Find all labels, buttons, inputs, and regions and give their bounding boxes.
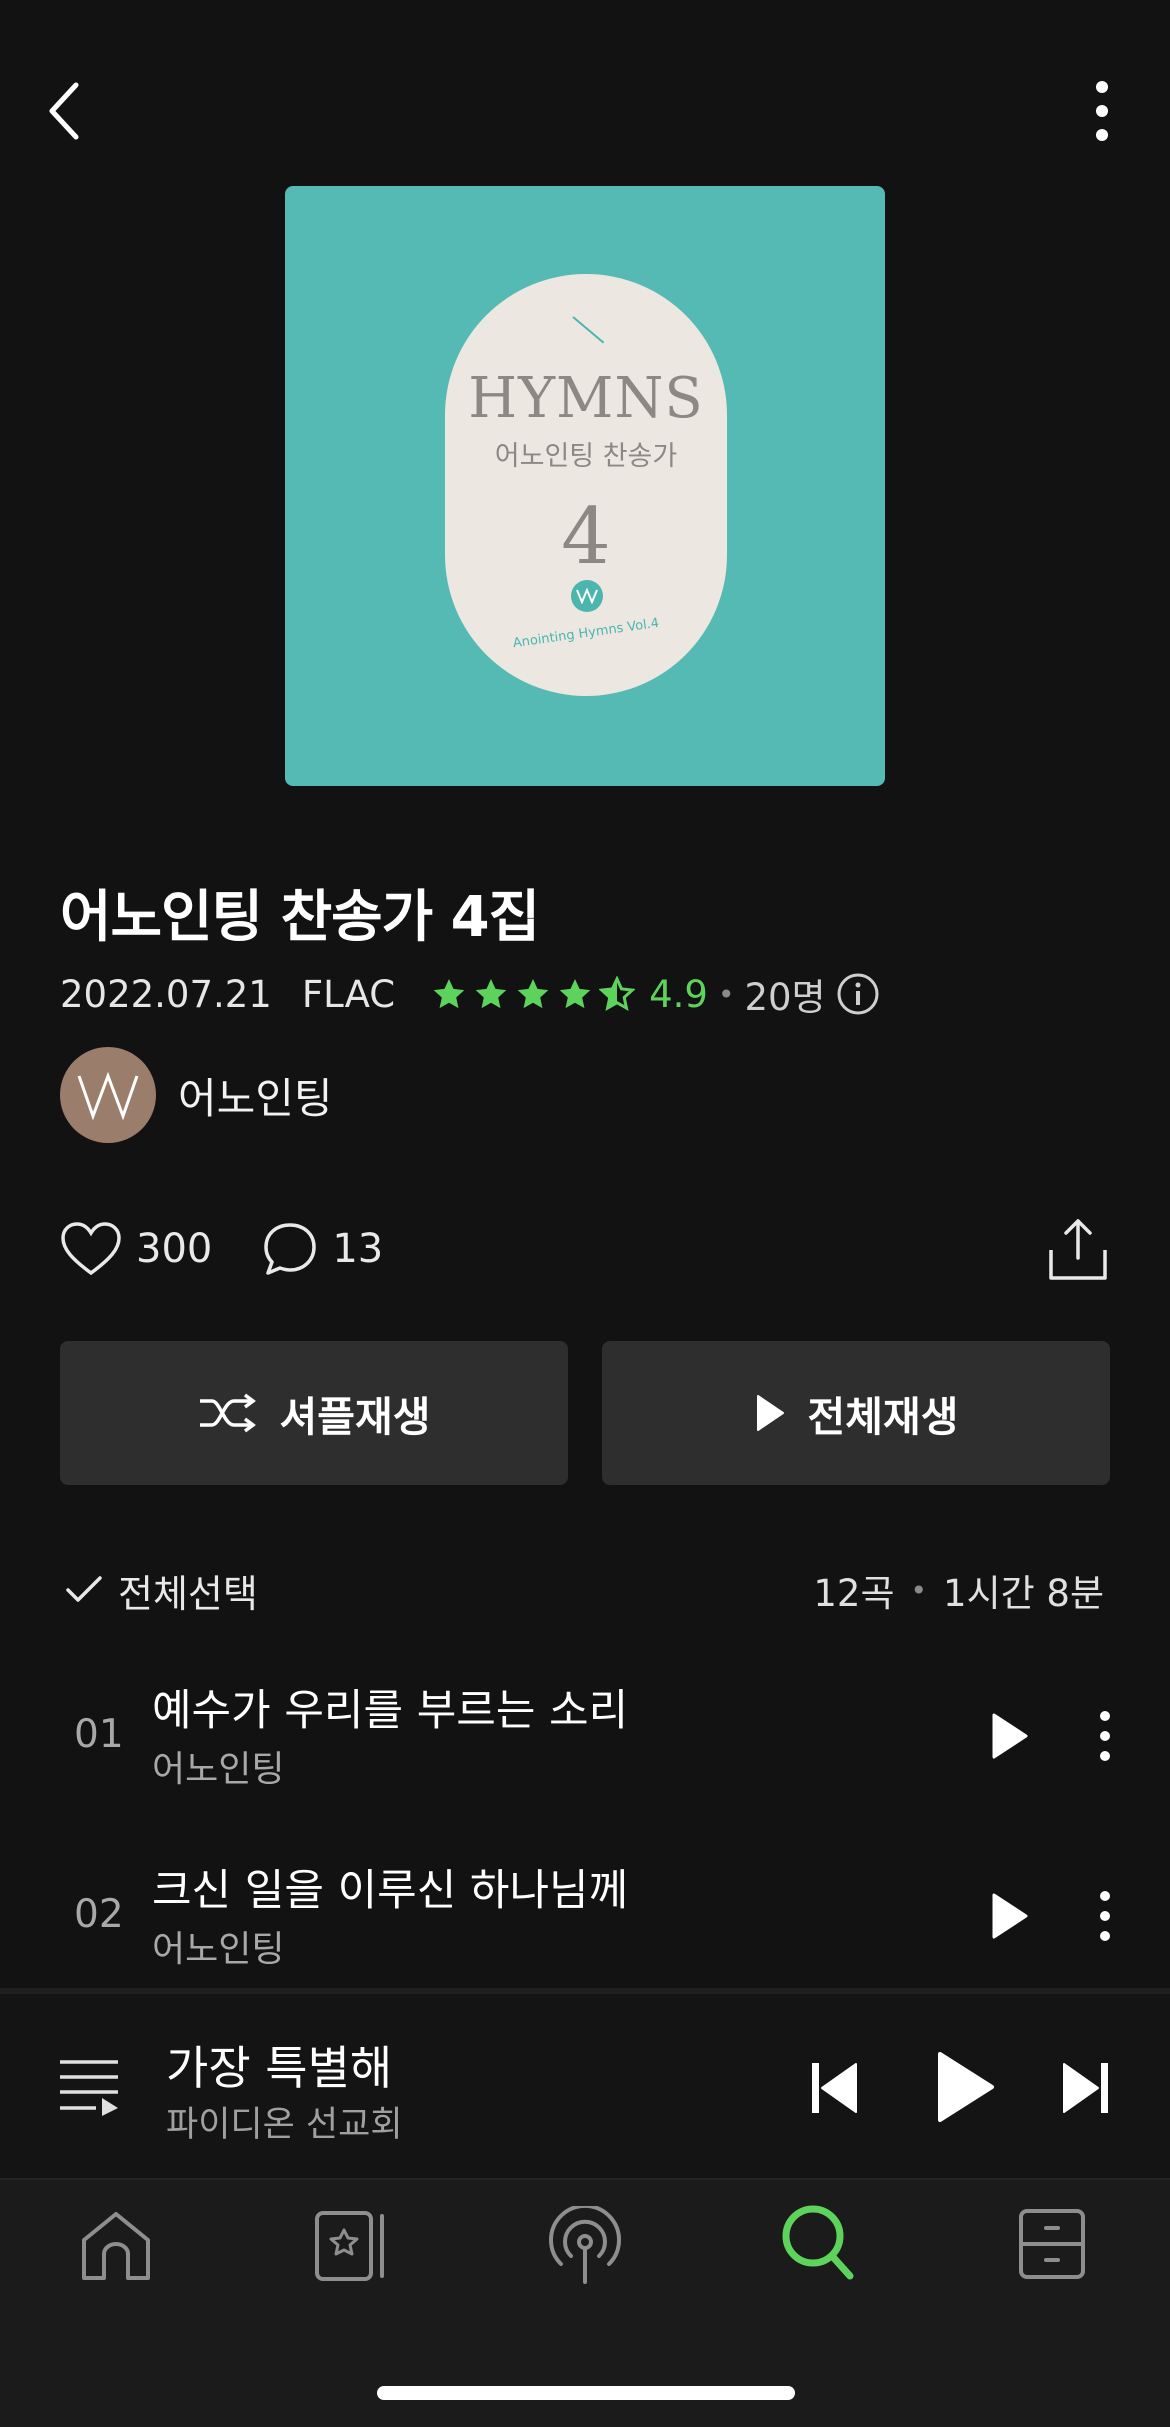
skip-next-icon	[1063, 2063, 1108, 2113]
share-icon	[1049, 1219, 1107, 1280]
more-vertical-icon	[1100, 1711, 1110, 1761]
cover-line	[572, 316, 605, 344]
album-meta: 2022.07.21 FLAC 4.9 • 20명	[60, 966, 880, 1022]
more-vertical-icon	[1100, 1891, 1110, 1941]
nav-home[interactable]	[78, 2210, 154, 2282]
track-play-button[interactable]	[990, 1712, 1030, 1760]
podcast-icon	[549, 2206, 621, 2284]
artist-name: 어노인팅	[178, 1073, 333, 1123]
track-artist: 어노인팅	[152, 1929, 285, 1970]
playlist-icon	[60, 2060, 118, 2116]
track-artist: 어노인팅	[152, 1749, 285, 1790]
nav-search[interactable]	[780, 2204, 856, 2282]
track-count: 12곡	[813, 1572, 895, 1615]
now-playing-title: 가장 특별해	[166, 2041, 393, 2095]
track-number: 01	[74, 1712, 124, 1757]
audio-format: FLAC	[301, 972, 396, 1016]
engagement-row: 300 13	[60, 1214, 433, 1284]
artist-link[interactable]: 어노인팅	[60, 1046, 333, 1144]
chevron-left-icon	[49, 82, 79, 140]
play-button[interactable]	[934, 2050, 996, 2124]
like-count: 300	[136, 1226, 213, 1272]
star-icon	[475, 979, 507, 1009]
rating-stars[interactable]: 4.9	[431, 973, 708, 1016]
track-row[interactable]: 01 예수가 우리를 부르는 소리 어노인팅	[0, 1662, 1170, 1812]
star-icon	[433, 979, 465, 1009]
cover-subtitle: Anointing Hymns Vol.4	[511, 615, 661, 652]
next-button[interactable]	[1060, 2060, 1110, 2116]
checkmark-icon	[66, 1576, 102, 1602]
star-icon	[559, 979, 591, 1009]
rating-count: 20명	[744, 976, 826, 1019]
select-all-toggle[interactable]: 전체선택	[64, 1560, 258, 1620]
storage-icon	[1019, 2209, 1085, 2279]
comment-button[interactable]: 13	[262, 1221, 383, 1277]
home-icon	[82, 2212, 150, 2280]
cover-title-ko: 어노인팅 찬송가	[494, 441, 678, 472]
comment-count: 13	[332, 1226, 384, 1272]
previous-button[interactable]	[810, 2060, 860, 2116]
more-options-button[interactable]	[1084, 76, 1120, 146]
track-row[interactable]: 02 크신 일을 이루신 하나님께 어노인팅	[0, 1842, 1170, 1992]
now-playing-artist: 파이디온 선교회	[166, 2105, 403, 2145]
artist-logo-icon	[77, 1071, 139, 1120]
shuffle-play-label: 셔플재생	[279, 1393, 431, 1441]
play-icon	[938, 2052, 994, 2122]
cover-logo-icon	[571, 580, 603, 612]
mini-player[interactable]: 가장 특별해 파이디온 선교회	[0, 1988, 1170, 2178]
track-more-button[interactable]	[1094, 1708, 1116, 1764]
queue-button[interactable]	[58, 2058, 120, 2116]
separator-dot: •	[910, 1573, 928, 1607]
track-number: 02	[74, 1892, 124, 1937]
nav-podcast[interactable]	[545, 2206, 625, 2286]
play-icon	[992, 1713, 1028, 1759]
nav-library[interactable]	[314, 2210, 388, 2282]
skip-previous-icon	[812, 2063, 857, 2113]
artist-avatar	[60, 1047, 156, 1143]
like-button[interactable]: 300	[60, 1221, 212, 1277]
more-vertical-icon	[1096, 81, 1108, 141]
shuffle-icon	[199, 1393, 256, 1433]
album-title: 어노인팅 찬송가 4집	[60, 885, 540, 950]
library-icon	[315, 2211, 384, 2281]
home-indicator	[377, 2386, 795, 2400]
play-icon	[756, 1395, 784, 1431]
cover-label-shape: HYMNS 어노인팅 찬송가 4 Anointing Hymns Vol.4	[445, 274, 727, 696]
track-play-button[interactable]	[990, 1892, 1030, 1940]
separator-dot: •	[717, 977, 735, 1011]
total-duration: 1시간 8분	[943, 1572, 1104, 1615]
shuffle-play-button[interactable]: 셔플재생	[60, 1341, 568, 1485]
tracklist-summary: 12곡 • 1시간 8분	[813, 1560, 1104, 1620]
comment-icon	[264, 1223, 317, 1275]
half-star-icon	[599, 976, 636, 1012]
release-date: 2022.07.21	[60, 972, 272, 1016]
play-icon	[992, 1893, 1028, 1939]
info-icon[interactable]	[836, 972, 880, 1016]
share-button[interactable]	[1047, 1216, 1109, 1282]
heart-icon	[61, 1222, 121, 1276]
cover-number: 4	[561, 492, 611, 582]
track-more-button[interactable]	[1094, 1888, 1116, 1944]
album-cover: HYMNS 어노인팅 찬송가 4 Anointing Hymns Vol.4	[285, 186, 885, 786]
nav-storage[interactable]	[1018, 2208, 1086, 2280]
cover-title-en: HYMNS	[468, 366, 704, 431]
star-icon	[517, 979, 549, 1009]
search-icon	[782, 2205, 854, 2280]
track-title: 예수가 우리를 부르는 소리	[152, 1686, 629, 1736]
rating-value: 4.9	[649, 972, 708, 1016]
track-title: 크신 일을 이루신 하나님께	[152, 1866, 629, 1916]
play-all-label: 전체재생	[807, 1393, 959, 1441]
play-all-button[interactable]: 전체재생	[602, 1341, 1110, 1485]
select-all-label: 전체선택	[118, 1571, 258, 1616]
back-button[interactable]	[40, 78, 88, 144]
